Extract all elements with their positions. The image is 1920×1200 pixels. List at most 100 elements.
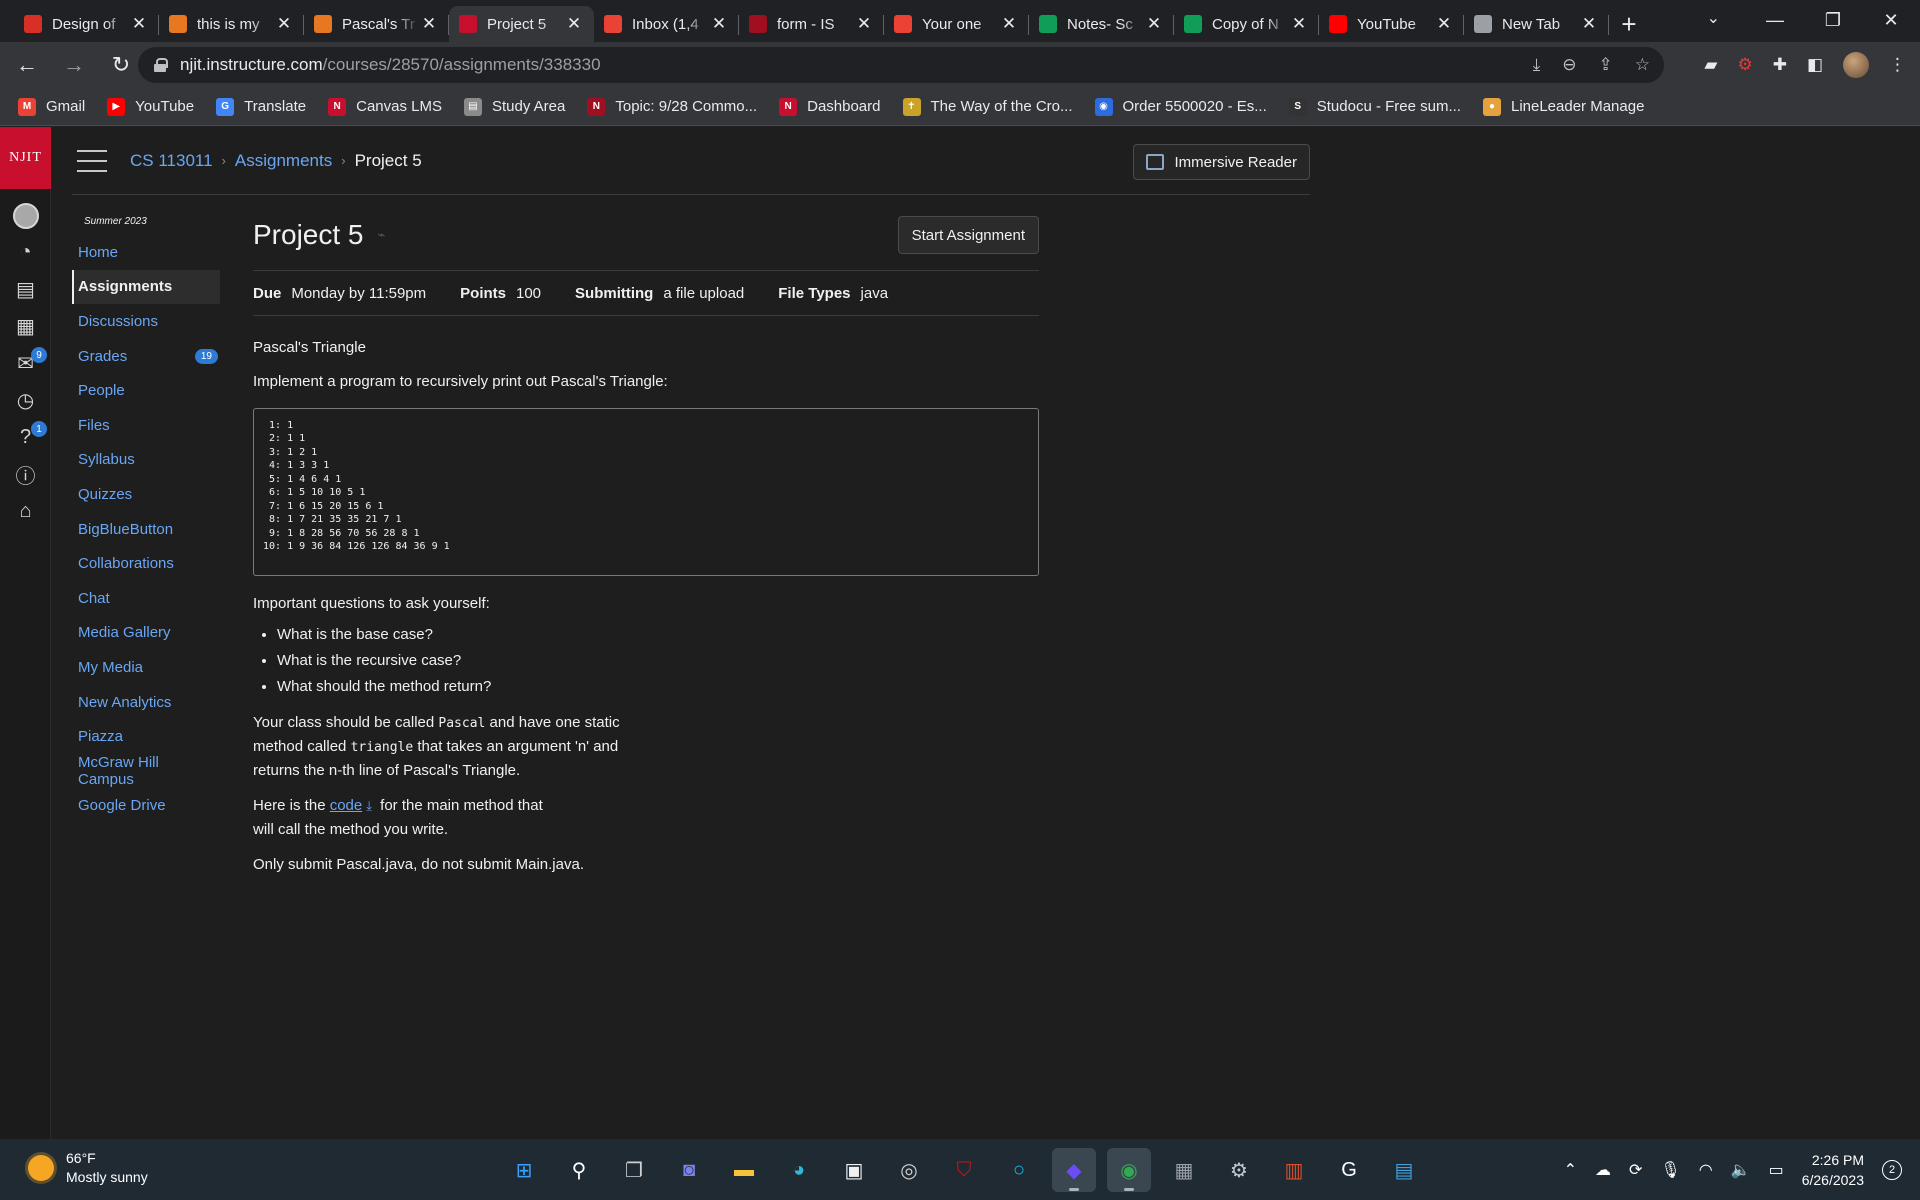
microphone-icon[interactable]: 🎙: [1660, 1160, 1680, 1180]
tab-close-icon[interactable]: ✕: [1144, 14, 1164, 34]
tab-search-icon[interactable]: ⌄: [1707, 8, 1720, 28]
bookmark-item[interactable]: ✝ The Way of the Cro...: [902, 97, 1073, 116]
browser-tab[interactable]: Inbox (1,4 ✕: [594, 6, 739, 42]
extension-cast-icon[interactable]: ▰: [1704, 55, 1717, 75]
volume-icon[interactable]: 🔈: [1731, 1160, 1751, 1180]
bookmark-item[interactable]: N Dashboard: [779, 97, 881, 116]
url-text[interactable]: njit.instructure.com/courses/28570/assig…: [180, 55, 601, 75]
dashboard-icon[interactable]: ◔: [0, 234, 51, 271]
grammarly-icon[interactable]: G: [1327, 1148, 1371, 1192]
edge-icon[interactable]: ◕: [777, 1148, 821, 1192]
course-nav-item-piazza[interactable]: Piazza: [72, 719, 220, 754]
browser-tab[interactable]: this is my ✕: [159, 6, 304, 42]
course-nav-item-collaborations[interactable]: Collaborations: [72, 546, 220, 581]
alexa-icon[interactable]: ○: [997, 1148, 1041, 1192]
install-app-icon[interactable]: ⤓: [1533, 55, 1541, 75]
extension-ad-blocker-icon[interactable]: ⚙: [1737, 55, 1752, 75]
chrome-icon[interactable]: ◉: [1107, 1148, 1151, 1192]
bookmark-star-icon[interactable]: ☆: [1635, 55, 1650, 75]
course-nav-item-people[interactable]: People: [72, 373, 220, 408]
webex-icon[interactable]: ◆: [1052, 1148, 1096, 1192]
njit-logo[interactable]: NJIT: [0, 127, 51, 189]
close-window-icon[interactable]: ✕: [1862, 0, 1920, 40]
tab-close-icon[interactable]: ✕: [1434, 14, 1454, 34]
browser-tab[interactable]: form - IS ✕: [739, 6, 884, 42]
bookmark-item[interactable]: S Studocu - Free sum...: [1288, 97, 1461, 116]
browser-tab[interactable]: Project 5 ✕: [449, 6, 594, 42]
wifi-icon[interactable]: ◠: [1699, 1160, 1713, 1180]
browser-tab[interactable]: New Tab ✕: [1464, 6, 1609, 42]
course-nav-item-assignments[interactable]: Assignments: [72, 269, 220, 305]
download-icon[interactable]: ⤓: [366, 798, 372, 813]
start-assignment-button[interactable]: Start Assignment: [897, 216, 1039, 254]
notepad-icon[interactable]: ▤: [1382, 1148, 1426, 1192]
calendar-icon[interactable]: ▦: [0, 308, 51, 345]
course-nav-item-bigbluebutton[interactable]: BigBlueButton: [72, 512, 220, 547]
browser-tab[interactable]: Copy of N ✕: [1174, 6, 1319, 42]
dell-icon[interactable]: ◎: [887, 1148, 931, 1192]
bookmark-item[interactable]: ◉ Order 5500020 - Es...: [1094, 97, 1267, 116]
forward-icon[interactable]: →: [54, 45, 94, 85]
task-view-icon[interactable]: ❐: [612, 1148, 656, 1192]
breadcrumb-item[interactable]: Assignments: [235, 151, 332, 171]
help-icon[interactable]: ? 1: [0, 419, 51, 456]
course-nav-item-quizzes[interactable]: Quizzes: [72, 477, 220, 512]
battery-icon[interactable]: ▭: [1769, 1160, 1784, 1180]
bookmark-item[interactable]: N Canvas LMS: [328, 97, 442, 116]
browser-tab[interactable]: YouTube ✕: [1319, 6, 1464, 42]
course-nav-item-google-drive[interactable]: Google Drive: [72, 789, 220, 824]
bookmark-item[interactable]: ▤ Study Area: [463, 97, 565, 116]
browser-tab[interactable]: Notes- Sc ✕: [1029, 6, 1174, 42]
browser-tab[interactable]: Design of ✕: [14, 6, 159, 42]
code-file-link[interactable]: code: [330, 797, 363, 814]
tab-close-icon[interactable]: ✕: [999, 14, 1019, 34]
bookmark-item[interactable]: ▶ YouTube: [107, 97, 194, 116]
course-nav-item-my-media[interactable]: My Media: [72, 650, 220, 685]
tab-close-icon[interactable]: ✕: [1289, 14, 1309, 34]
store-icon[interactable]: ▣: [832, 1148, 876, 1192]
course-nav-item-media-gallery[interactable]: Media Gallery: [72, 616, 220, 651]
immersive-reader-button[interactable]: Immersive Reader: [1133, 144, 1310, 180]
course-nav-item-new-analytics[interactable]: New Analytics: [72, 685, 220, 720]
course-menu-icon[interactable]: [77, 149, 107, 172]
windows-start-icon[interactable]: ⊞: [502, 1148, 546, 1192]
accessibility-icon[interactable]: ⌂: [0, 493, 51, 530]
bookmark-item[interactable]: ● LineLeader Manage: [1482, 97, 1644, 116]
onedrive-icon[interactable]: ☁: [1595, 1160, 1611, 1180]
course-nav-item-files[interactable]: Files: [72, 408, 220, 443]
sync-icon[interactable]: ⟳: [1629, 1160, 1642, 1180]
show-hidden-icons[interactable]: ⌃: [1564, 1160, 1577, 1180]
course-nav-item-discussions[interactable]: Discussions: [72, 304, 220, 339]
lock-icon[interactable]: [154, 58, 168, 72]
tab-close-icon[interactable]: ✕: [1579, 14, 1599, 34]
course-nav-item-syllabus[interactable]: Syllabus: [72, 443, 220, 478]
side-panel-icon[interactable]: ◧: [1807, 55, 1823, 75]
bookmark-item[interactable]: M Gmail: [18, 97, 85, 116]
course-nav-item-home[interactable]: Home: [72, 235, 220, 270]
extensions-puzzle-icon[interactable]: ✚: [1773, 55, 1787, 75]
chrome-menu-icon[interactable]: ⋮: [1889, 55, 1906, 75]
account-icon[interactable]: [0, 197, 51, 234]
course-nav-item-chat[interactable]: Chat: [72, 581, 220, 616]
share-icon[interactable]: ⇪: [1599, 55, 1613, 75]
minimize-icon[interactable]: —: [1746, 0, 1804, 40]
file-explorer-icon[interactable]: ▬: [722, 1148, 766, 1192]
notification-center-badge[interactable]: 2: [1882, 1159, 1902, 1180]
settings-icon[interactable]: ⚙: [1217, 1148, 1261, 1192]
course-nav-item-grades[interactable]: Grades 19: [72, 339, 220, 374]
chat-icon[interactable]: ◙: [667, 1148, 711, 1192]
winrar-icon[interactable]: ▥: [1272, 1148, 1316, 1192]
calculator-icon[interactable]: ▦: [1162, 1148, 1206, 1192]
clock[interactable]: 2:26 PM 6/26/2023: [1802, 1150, 1864, 1190]
tab-close-icon[interactable]: ✕: [419, 14, 439, 34]
tab-close-icon[interactable]: ✕: [274, 14, 294, 34]
weather-widget[interactable]: 66°F Mostly sunny: [28, 1149, 148, 1187]
tab-close-icon[interactable]: ✕: [854, 14, 874, 34]
search-icon[interactable]: ⚲: [557, 1148, 601, 1192]
tab-close-icon[interactable]: ✕: [564, 14, 584, 34]
courses-icon[interactable]: ▤: [0, 271, 51, 308]
browser-tab[interactable]: Your one ✕: [884, 6, 1029, 42]
profile-avatar[interactable]: [1843, 52, 1869, 78]
browser-tab[interactable]: Pascal's Tr ✕: [304, 6, 449, 42]
info-icon[interactable]: ⓘ: [0, 456, 51, 493]
